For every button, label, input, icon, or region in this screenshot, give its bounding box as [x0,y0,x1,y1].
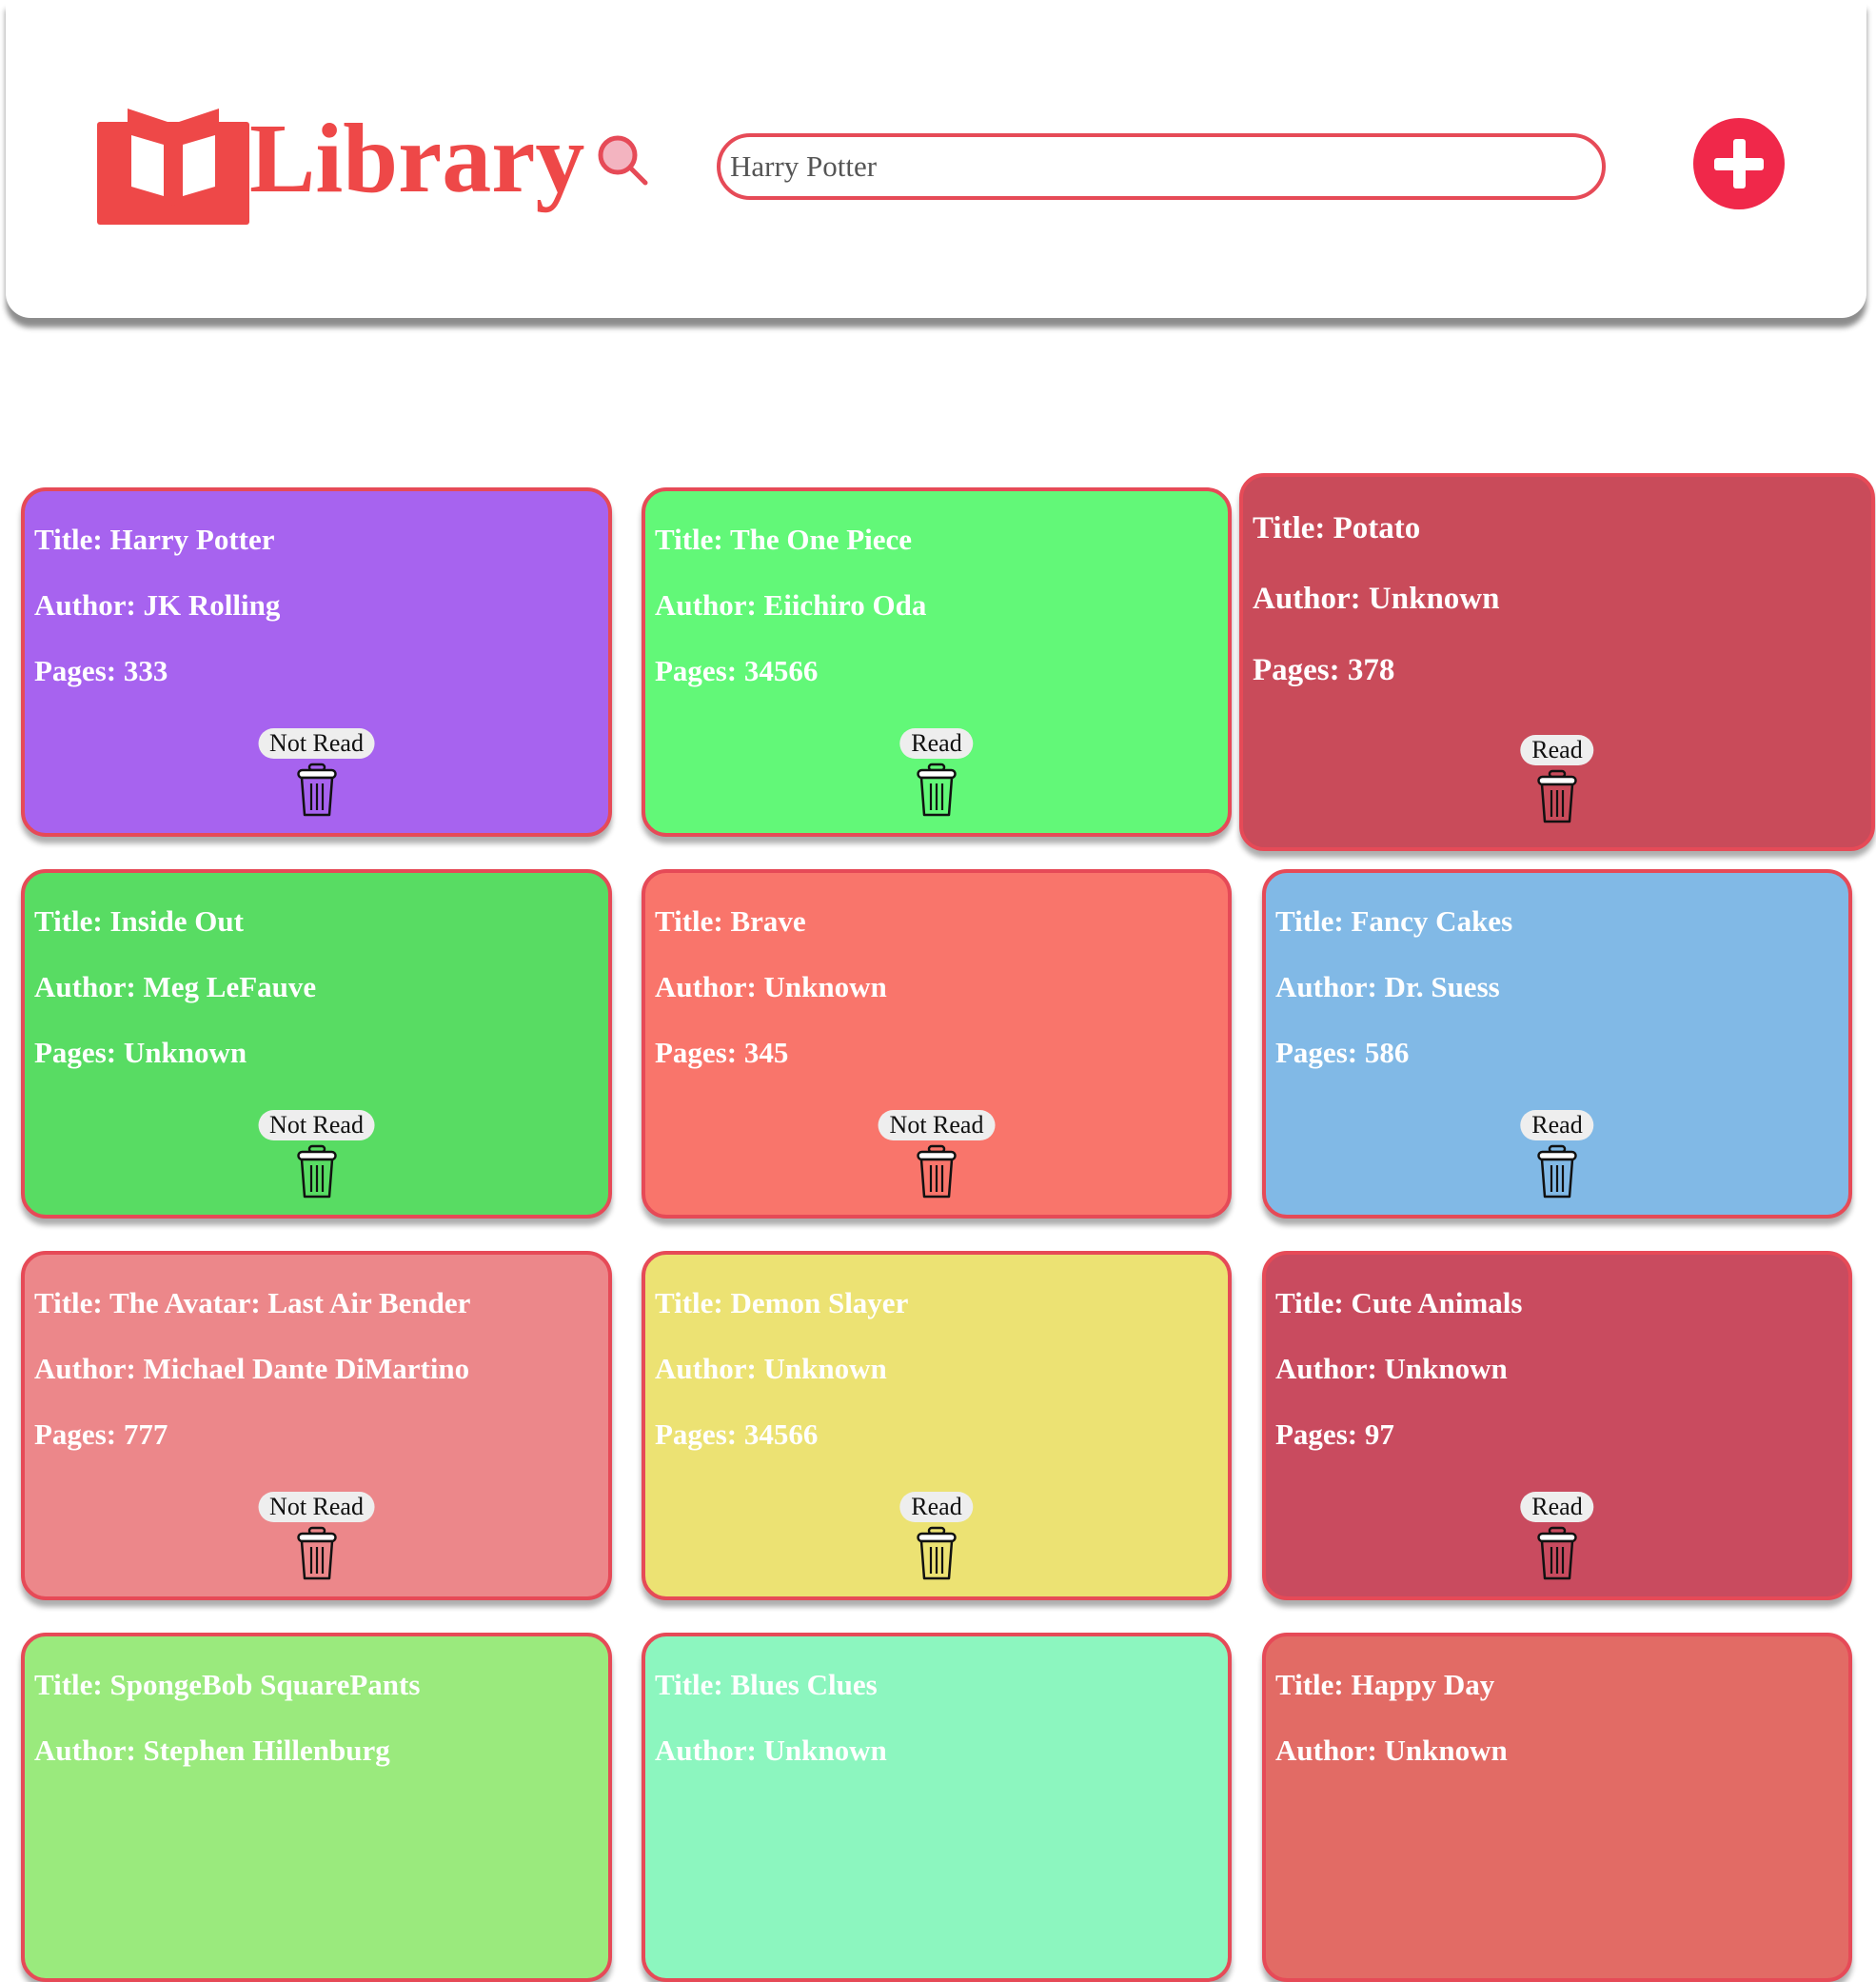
book-card: Title: Demon Slayer Author: Unknown Pages:… [642,1251,1232,1600]
book-pages: Pages: 97 [1275,1417,1394,1451]
trash-icon[interactable] [296,1526,337,1581]
trash-icon[interactable] [1537,1144,1577,1199]
book-card: Title: Happy Day Author: Unknown [1262,1633,1852,1982]
book-pages: Pages: 378 [1253,652,1395,687]
book-author: Author: Eiichiro Oda [655,588,927,622]
read-status-toggle[interactable]: Read [899,728,974,759]
book-author: Author: Dr. Suess [1275,970,1500,1003]
trash-icon[interactable] [296,763,337,818]
book-title: Title: Demon Slayer [655,1286,909,1319]
book-card: Title: Brave Author: Unknown Pages: 345 Not… [642,869,1232,1219]
book-title: Title: Cute Animals [1275,1286,1523,1319]
trash-icon[interactable] [917,1526,957,1581]
book-author: Author: JK Rolling [34,588,281,622]
book-pages: Pages: Unknown [34,1036,247,1069]
book-author: Author: Unknown [1275,1352,1508,1385]
book-author: Author: Unknown [655,970,887,1003]
book-card: Title: Potato Author: Unknown Pages: 378 Re… [1239,473,1875,851]
book-title: Title: Harry Potter [34,523,275,556]
book-author: Author: Unknown [655,1352,887,1385]
add-book-button[interactable] [1693,118,1785,209]
book-author: Author: Michael Dante DiMartino [34,1352,470,1385]
book-title: Title: The One Piece [655,523,913,556]
trash-icon[interactable] [1537,769,1577,824]
search-icon[interactable] [596,133,649,187]
trash-icon[interactable] [1537,1526,1577,1581]
read-status-toggle[interactable]: Read [1520,1492,1594,1522]
book-title: Title: Inside Out [34,904,244,938]
book-pages: Pages: 34566 [655,654,819,687]
read-status-toggle[interactable]: Read [899,1492,974,1522]
book-title: Title: Fancy Cakes [1275,904,1513,938]
book-pages: Pages: 777 [34,1417,168,1451]
read-status-toggle[interactable]: Read [1520,1110,1594,1140]
book-author: Author: Stephen Hillenburg [34,1734,390,1767]
read-status-toggle[interactable]: Not Read [258,1492,375,1522]
book-card: Title: Inside Out Author: Meg LeFauve Page… [21,869,612,1219]
book-card: Title: Cute Animals Author: Unknown Pages:… [1262,1251,1852,1600]
book-title: Title: SpongeBob SquarePants [34,1668,421,1701]
read-status-toggle[interactable]: Read [1520,735,1594,765]
book-card: Title: SpongeBob SquarePants Author: Step… [21,1633,612,1982]
trash-icon[interactable] [296,1144,337,1199]
search-input[interactable] [717,133,1606,200]
book-author: Author: Unknown [1275,1734,1508,1767]
book-title: Title: Blues Clues [655,1668,878,1701]
book-title: Title: Brave [655,904,806,938]
book-author: Author: Unknown [1253,582,1500,617]
logo-text: Library [249,104,585,213]
book-author: Author: Unknown [655,1734,887,1767]
book-pages: Pages: 333 [34,654,168,687]
logo: Library [97,107,584,225]
book-title: Title: Potato [1253,510,1421,545]
book-pages: Pages: 586 [1275,1036,1410,1069]
read-status-toggle[interactable]: Not Read [258,728,375,759]
trash-icon[interactable] [917,1144,957,1199]
book-card: Title: Harry Potter Author: JK Rolling Pag… [21,487,612,837]
book-title: Title: The Avatar: Last Air Bender [34,1286,471,1319]
open-book-icon [97,109,249,225]
book-pages: Pages: 34566 [655,1417,819,1451]
read-status-toggle[interactable]: Not Read [258,1110,375,1140]
book-author: Author: Meg LeFauve [34,970,317,1003]
trash-icon[interactable] [917,763,957,818]
book-card: Title: The One Piece Author: Eiichiro Oda… [642,487,1232,837]
book-title: Title: Happy Day [1275,1668,1495,1701]
book-card: Title: Fancy Cakes Author: Dr. Suess Pages… [1262,869,1852,1219]
book-pages: Pages: 345 [655,1036,789,1069]
read-status-toggle[interactable]: Not Read [878,1110,996,1140]
book-card: Title: The Avatar: Last Air Bender Author… [21,1251,612,1600]
header: Library [6,0,1866,318]
book-card: Title: Blues Clues Author: Unknown [642,1633,1232,1982]
